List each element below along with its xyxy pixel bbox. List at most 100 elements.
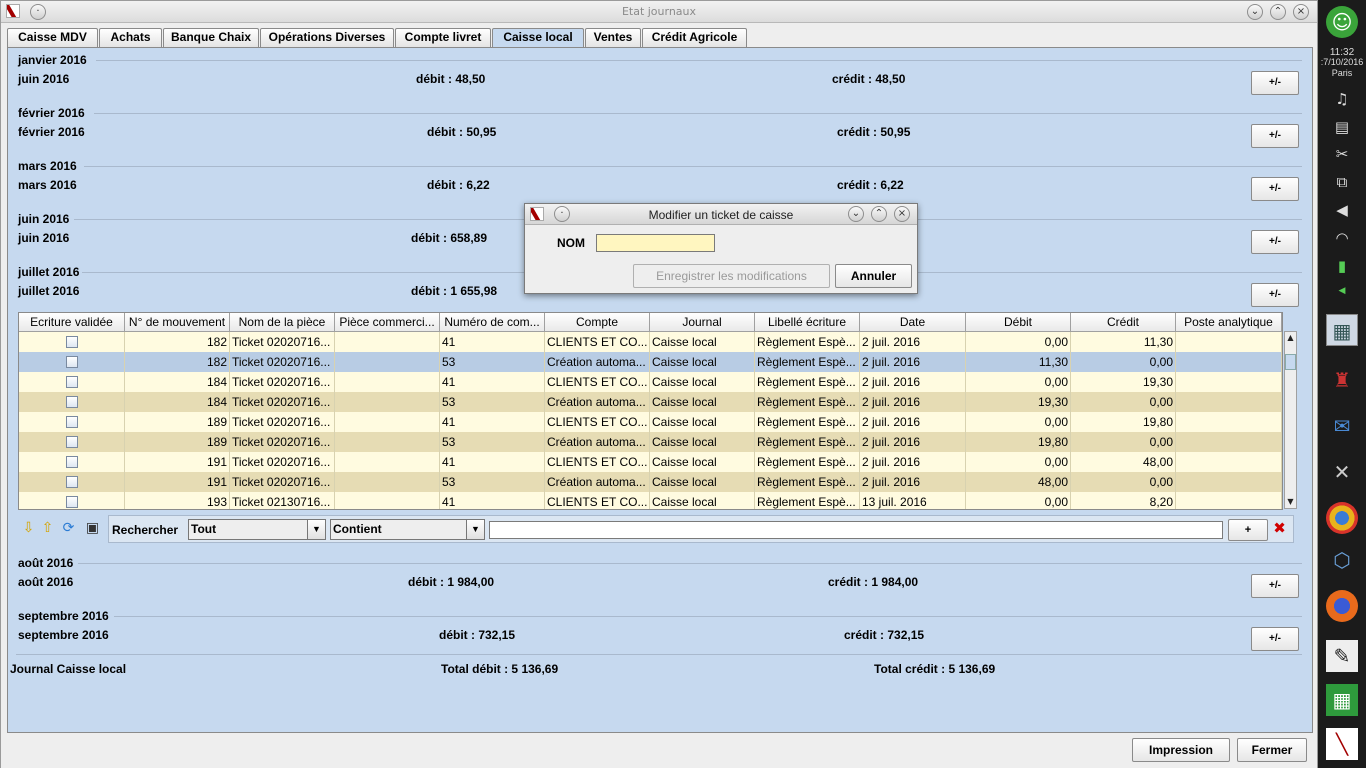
- column-header[interactable]: Libellé écriture: [755, 313, 860, 332]
- column-header[interactable]: Débit: [966, 313, 1071, 332]
- column-header[interactable]: Poste analytique: [1176, 313, 1282, 332]
- toggle-month-button[interactable]: +/-: [1251, 124, 1299, 148]
- toggle-month-button[interactable]: +/-: [1251, 627, 1299, 651]
- validated-checkbox[interactable]: [66, 396, 78, 408]
- wine-glass-icon[interactable]: ♜: [1326, 364, 1358, 396]
- file-manager-icon[interactable]: ▦: [1326, 314, 1358, 346]
- column-header[interactable]: Pièce commerci...: [335, 313, 440, 332]
- table-cell: [335, 432, 440, 452]
- table-row[interactable]: 184 Ticket 02020716... 41 CLIENTS ET CO... C…: [19, 372, 1282, 392]
- column-header[interactable]: Numéro de com...: [440, 313, 545, 332]
- table-cell: 41: [440, 452, 545, 472]
- scroll-down-icon[interactable]: ▼: [1285, 496, 1296, 508]
- validated-checkbox[interactable]: [66, 436, 78, 448]
- thunderbird-icon[interactable]: ✉: [1326, 410, 1358, 442]
- toggle-month-button[interactable]: +/-: [1251, 177, 1299, 201]
- tab-compte-livret[interactable]: Compte livret: [395, 28, 491, 47]
- nom-input[interactable]: [596, 234, 715, 252]
- table-row[interactable]: 182 Ticket 02020716... 53 Création automa..…: [19, 352, 1282, 372]
- table-cell: Ticket 02020716...: [230, 352, 335, 372]
- tab-caisse-mdv[interactable]: Caisse MDV: [7, 28, 98, 47]
- search-mode-select[interactable]: Contient ▼: [330, 519, 485, 540]
- toggle-month-button[interactable]: +/-: [1251, 574, 1299, 598]
- table-row[interactable]: 189 Ticket 02020716... 41 CLIENTS ET CO... C…: [19, 412, 1282, 432]
- table-cell: Ticket 02020716...: [230, 392, 335, 412]
- arrow-down-icon[interactable]: ⇩: [20, 520, 37, 537]
- validated-checkbox[interactable]: [66, 456, 78, 468]
- toggle-month-button[interactable]: +/-: [1251, 71, 1299, 95]
- table-row[interactable]: 191 Ticket 02020716... 41 CLIENTS ET CO... C…: [19, 452, 1282, 472]
- chevron-down-icon[interactable]: ▼: [466, 520, 484, 539]
- music-icon[interactable]: ♫: [1332, 89, 1352, 109]
- chevron-down-icon[interactable]: ▼: [307, 520, 325, 539]
- column-header[interactable]: Date: [860, 313, 966, 332]
- toggle-month-button[interactable]: +/-: [1251, 230, 1299, 254]
- network-icon[interactable]: ⧉: [1332, 172, 1352, 192]
- spreadsheet-icon[interactable]: ▦: [1326, 684, 1358, 716]
- tab-credit-agricole[interactable]: Crédit Agricole: [642, 28, 747, 47]
- table-row[interactable]: 189 Ticket 02020716... 53 Création automa..…: [19, 432, 1282, 452]
- table-row[interactable]: 191 Ticket 02020716... 53 Création automa..…: [19, 472, 1282, 492]
- total-credit: Total crédit : 5 136,69: [874, 662, 996, 676]
- settings-tools-icon[interactable]: ✕: [1326, 456, 1358, 488]
- column-header[interactable]: Crédit: [1071, 313, 1176, 332]
- table-cell: Création automa...: [545, 432, 650, 452]
- table-scrollbar[interactable]: ▲ ▼: [1284, 331, 1297, 509]
- close-icon[interactable]: ×: [894, 206, 910, 222]
- firefox-icon[interactable]: [1326, 590, 1358, 622]
- remove-filter-icon[interactable]: ✖: [1271, 520, 1288, 537]
- tab-ventes[interactable]: Ventes: [585, 28, 641, 47]
- scroll-up-icon[interactable]: ▲: [1285, 332, 1296, 344]
- system-dock: ☺ 11:32 :7/10/2016 Paris ♫ ▤ ✂ ⧉ ◀ ◠ ▮ ◀…: [1318, 0, 1366, 768]
- validated-checkbox[interactable]: [66, 496, 78, 508]
- clipboard-icon[interactable]: ▤: [1332, 117, 1352, 137]
- battery-icon[interactable]: ▮: [1332, 256, 1352, 276]
- text-editor-icon[interactable]: ✎: [1326, 640, 1358, 672]
- minimize-icon[interactable]: ⌄: [848, 206, 864, 222]
- column-header[interactable]: N° de mouvement: [125, 313, 230, 332]
- column-header[interactable]: Ecriture validée: [19, 313, 125, 332]
- validated-checkbox[interactable]: [66, 356, 78, 368]
- expand-tray-icon[interactable]: ◀: [1332, 281, 1352, 301]
- toggle-month-button[interactable]: +/-: [1251, 283, 1299, 307]
- scroll-thumb[interactable]: [1285, 354, 1296, 370]
- tab-caisse-local[interactable]: Caisse local: [492, 28, 584, 48]
- close-button[interactable]: Fermer: [1237, 738, 1307, 762]
- search-field-select[interactable]: Tout ▼: [188, 519, 326, 540]
- table-cell: 2 juil. 2016: [860, 372, 966, 392]
- table-row[interactable]: 184 Ticket 02020716... 53 Création automa..…: [19, 392, 1282, 412]
- cancel-button[interactable]: Annuler: [835, 264, 912, 288]
- table-row[interactable]: 182 Ticket 02020716... 41 CLIENTS ET CO... C…: [19, 332, 1282, 352]
- chrome-icon[interactable]: [1326, 502, 1358, 534]
- virtualbox-icon[interactable]: ⬡: [1326, 544, 1358, 576]
- validated-checkbox[interactable]: [66, 376, 78, 388]
- maximize-icon[interactable]: ⌃: [1270, 4, 1286, 20]
- validated-checkbox[interactable]: [66, 416, 78, 428]
- table-row[interactable]: 193 Ticket 02130716... 41 CLIENTS ET CO... C…: [19, 492, 1282, 509]
- search-input[interactable]: [489, 521, 1223, 539]
- save-icon[interactable]: ▣: [84, 520, 101, 537]
- wifi-icon[interactable]: ◠: [1332, 228, 1352, 248]
- tab-achats[interactable]: Achats: [99, 28, 162, 47]
- minimize-icon[interactable]: ⌄: [1247, 4, 1263, 20]
- refresh-icon[interactable]: ⟳: [60, 520, 77, 537]
- accounting-app-icon[interactable]: ╲: [1326, 728, 1358, 760]
- tab-banque-chaix[interactable]: Banque Chaix: [163, 28, 259, 47]
- print-button[interactable]: Impression: [1132, 738, 1230, 762]
- validated-checkbox[interactable]: [66, 336, 78, 348]
- column-header[interactable]: Nom de la pièce: [230, 313, 335, 332]
- clock-globe-icon[interactable]: ☺: [1326, 6, 1358, 38]
- column-header[interactable]: Compte: [545, 313, 650, 332]
- table-cell: [19, 412, 125, 432]
- close-icon[interactable]: ×: [1293, 4, 1309, 20]
- column-header[interactable]: Journal: [650, 313, 755, 332]
- arrow-up-icon[interactable]: ⇧: [39, 520, 56, 537]
- save-changes-button[interactable]: Enregistrer les modifications: [633, 264, 830, 288]
- validated-checkbox[interactable]: [66, 476, 78, 488]
- table-cell: 0,00: [966, 452, 1071, 472]
- tab-operations-diverses[interactable]: Opérations Diverses: [260, 28, 394, 47]
- maximize-icon[interactable]: ⌃: [871, 206, 887, 222]
- volume-icon[interactable]: ◀: [1332, 200, 1352, 220]
- add-filter-button[interactable]: +: [1228, 519, 1268, 541]
- scissors-icon[interactable]: ✂: [1332, 144, 1352, 164]
